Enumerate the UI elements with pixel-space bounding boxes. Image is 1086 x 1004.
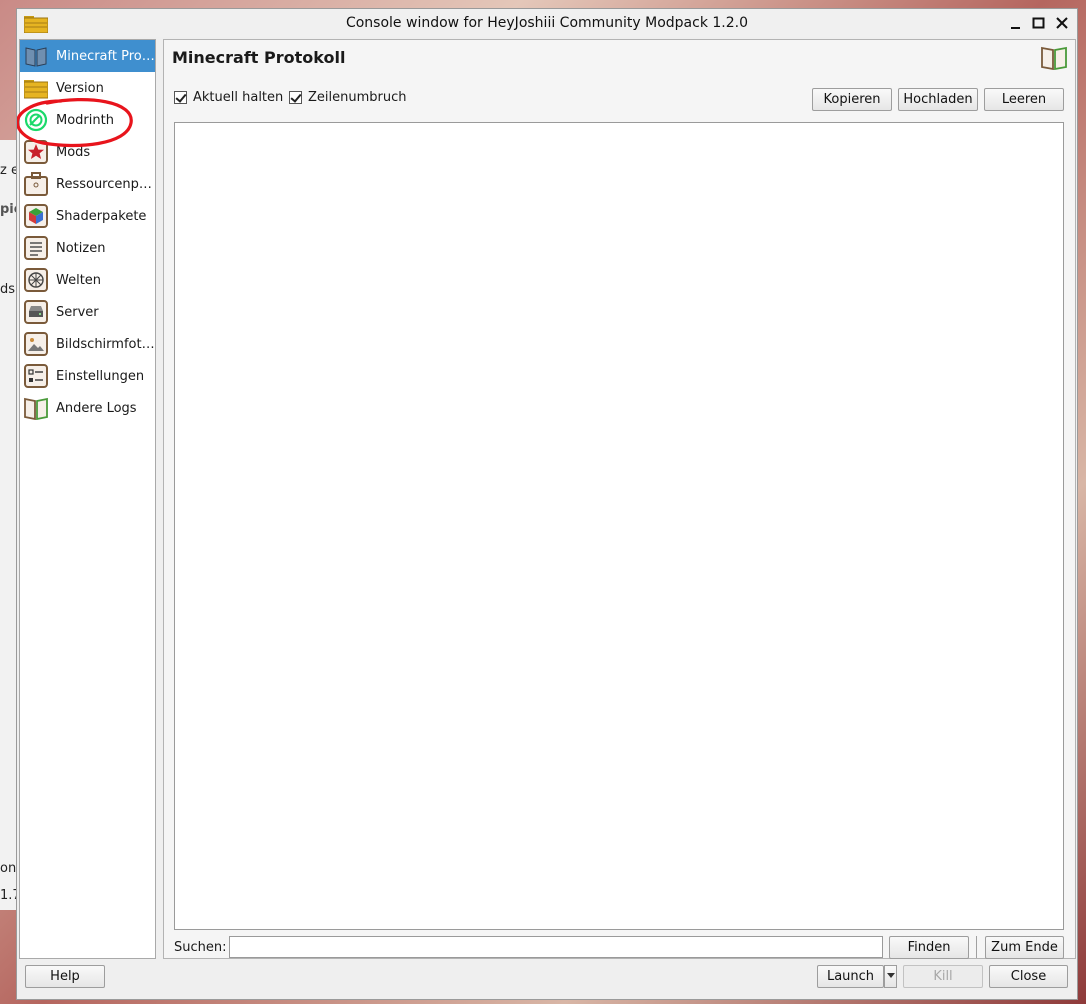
search-row: Suchen: Finden Zum Ende [174,936,1065,960]
sidebar-item-minecraft-log[interactable]: Minecraft Prot... [20,40,155,72]
launch-button[interactable]: Launch [817,965,884,988]
copy-button[interactable]: Kopieren [812,88,892,111]
sidebar-item-label: Einstellungen [56,368,145,384]
sidebar-item-label: Notizen [56,240,106,256]
console-window: Console window for HeyJoshiii Community … [16,8,1078,1000]
sidebar-item-version[interactable]: Version [20,72,155,104]
modrinth-icon [24,108,48,132]
sidebar-item-label: Minecraft Prot... [56,48,155,64]
sidebar-item-label: Version [56,80,104,96]
find-button[interactable]: Finden [889,936,969,959]
sidebar-item-notes[interactable]: Notizen [20,232,155,264]
checkbox-checked[interactable] [174,91,187,104]
sidebar-item-resourcepacks[interactable]: Ressourcenpa... [20,168,155,200]
sidebar-item-label: Modrinth [56,112,114,128]
settings-icon [24,364,48,388]
footer-buttons: Help Launch Kill Close [17,965,1077,993]
close-button[interactable]: Close [989,965,1068,988]
background-text: 1.7 [0,888,16,903]
title-bar[interactable]: Console window for HeyJoshiii Community … [17,9,1077,37]
sidebar-item-settings[interactable]: Einstellungen [20,360,155,392]
search-input[interactable] [229,936,883,958]
sidebar-item-worlds[interactable]: Welten [20,264,155,296]
main-panel: Minecraft Protokoll Aktuell halten Zeile… [163,39,1076,959]
sidebar-item-label: Server [56,304,99,320]
shader-cube-icon [24,204,48,228]
sidebar-item-modrinth[interactable]: Modrinth [20,104,155,136]
upload-button[interactable]: Hochladen [898,88,978,111]
checkbox-label: Aktuell halten [193,90,284,105]
clear-button[interactable]: Leeren [984,88,1064,111]
book-icon [25,47,47,67]
page-title: Minecraft Protokoll [172,48,346,67]
background-text: pie [0,202,16,217]
sidebar-item-label: Andere Logs [56,400,137,416]
notes-icon [24,236,48,260]
book-icon [1041,46,1067,70]
background-text: ds [0,282,16,297]
log-output[interactable] [174,122,1064,930]
sidebar-item-label: Ressourcenpa... [56,176,155,192]
search-label: Suchen: [174,940,227,955]
window-title: Console window for HeyJoshiii Community … [345,15,749,31]
kill-button[interactable]: Kill [903,965,983,988]
globe-icon [24,268,48,292]
scroll-to-end-button[interactable]: Zum Ende [985,936,1064,959]
star-icon [24,140,48,164]
sidebar-item-label: Welten [56,272,102,288]
background-text: z er [0,163,16,178]
sidebar-item-screenshots[interactable]: Bildschirmfotos [20,328,155,360]
image-icon [24,332,48,356]
checkbox-label: Zeilenumbruch [308,90,407,105]
sidebar-item-label: Shaderpakete [56,208,147,224]
line-wrap-checkbox[interactable]: Zeilenumbruch [289,90,407,105]
keep-current-checkbox[interactable]: Aktuell halten [174,90,283,105]
book-icon [24,397,48,420]
log-toolbar: Aktuell halten Zeilenumbruch Kopieren Ho… [174,88,1065,112]
sidebar-item-servers[interactable]: Server [20,296,155,328]
sidebar-item-label: Bildschirmfotos [56,336,155,352]
checkbox-checked[interactable] [289,91,302,104]
maximize-icon[interactable] [1030,14,1048,32]
separator [976,936,977,958]
sidebar-item-label: Mods [56,144,91,160]
sidebar-item-other-logs[interactable]: Andere Logs [20,392,155,424]
sidebar: Minecraft Prot... Version Modrinth Mods … [19,39,156,959]
sidebar-item-mods[interactable]: Mods [20,136,155,168]
close-icon[interactable] [1053,14,1071,32]
sidebar-item-shaderpacks[interactable]: Shaderpakete [20,200,155,232]
folder-icon [24,80,48,99]
background-text: on [0,861,16,876]
launch-dropdown-icon[interactable] [884,965,897,988]
resourcepack-icon [24,172,48,196]
minimize-icon[interactable] [1007,14,1025,32]
server-icon [24,300,48,324]
help-button[interactable]: Help [25,965,105,988]
